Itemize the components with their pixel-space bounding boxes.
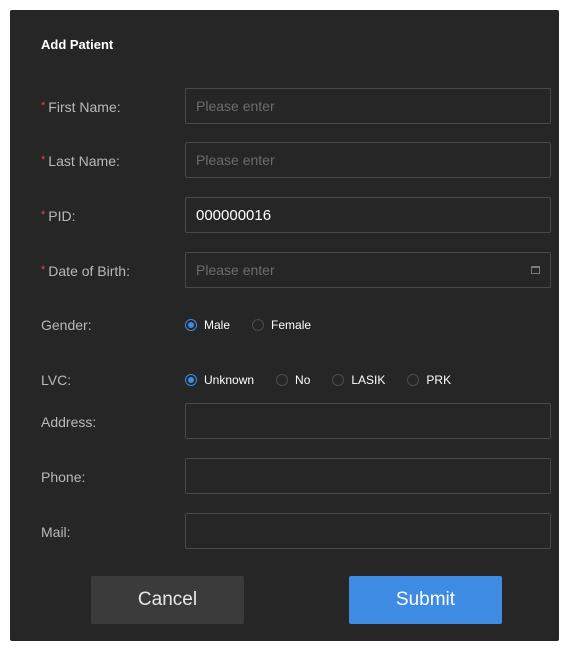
first-name-row: * First Name: Please enter [10,88,559,126]
gender-female-radio[interactable]: Female [252,318,311,332]
pid-value: 000000016 [196,206,272,224]
add-patient-dialog: Add Patient * First Name: Please enter * L… [10,10,559,641]
radio-checked-icon [185,319,197,331]
pid-label-text: PID: [48,208,76,224]
last-name-input[interactable]: Please enter [185,142,551,178]
required-marker: * [41,154,46,166]
lvc-radio-group: Unknown No LASIK PRK [185,373,473,387]
lvc-lasik-radio[interactable]: LASIK [332,373,385,387]
gender-female-label: Female [271,318,312,332]
first-name-label-text: First Name: [48,99,121,115]
first-name-label: * First Name: [41,99,121,115]
gender-label: Gender: [41,317,92,333]
address-input[interactable] [185,403,551,439]
lvc-label: LVC: [41,372,72,388]
gender-row: Gender: Male Female [10,306,559,344]
required-marker: * [41,100,46,112]
lvc-lasik-label: LASIK [351,373,386,387]
required-marker: * [41,264,46,276]
last-name-row: * Last Name: Please enter [10,142,559,180]
radio-checked-icon [185,374,197,386]
lvc-no-radio[interactable]: No [276,373,310,387]
mail-row: Mail: [10,513,559,551]
gender-male-radio[interactable]: Male [185,318,230,332]
submit-button[interactable]: Submit [349,576,502,624]
last-name-label: * Last Name: [41,153,120,169]
radio-unchecked-icon [252,319,265,331]
lvc-no-label: No [295,373,311,387]
lvc-prk-radio[interactable]: PRK [407,373,451,387]
pid-input[interactable]: 000000016 [185,197,551,233]
address-row: Address: [10,403,559,441]
calendar-icon[interactable] [531,266,540,274]
gender-male-label: Male [204,318,231,332]
mail-label: Mail: [41,524,71,540]
dialog-title: Add Patient [41,37,114,52]
radio-unchecked-icon [407,374,420,386]
lvc-row: LVC: Unknown No LASIK PRK [10,361,559,399]
dob-label-text: Date of Birth: [48,263,130,279]
dob-label: * Date of Birth: [41,263,130,279]
phone-label: Phone: [41,469,86,485]
dob-row: * Date of Birth: Please enter [10,252,559,290]
phone-input[interactable] [185,458,551,494]
first-name-input[interactable]: Please enter [185,88,551,124]
required-marker: * [41,209,46,221]
lvc-unknown-label: Unknown [204,373,255,387]
phone-row: Phone: [10,458,559,496]
last-name-label-text: Last Name: [48,153,120,169]
lvc-prk-label: PRK [426,373,452,387]
cancel-button[interactable]: Cancel [91,576,244,624]
lvc-unknown-radio[interactable]: Unknown [185,373,254,387]
gender-radio-group: Male Female [185,318,333,332]
last-name-placeholder: Please enter [196,152,275,168]
pid-row: * PID: 000000016 [10,197,559,235]
mail-input[interactable] [185,513,551,549]
pid-label: * PID: [41,208,76,224]
radio-unchecked-icon [276,374,289,386]
address-label: Address: [41,414,97,430]
dob-placeholder: Please enter [196,262,275,278]
dob-input[interactable]: Please enter [185,252,551,288]
radio-unchecked-icon [332,374,345,386]
first-name-placeholder: Please enter [196,98,275,114]
